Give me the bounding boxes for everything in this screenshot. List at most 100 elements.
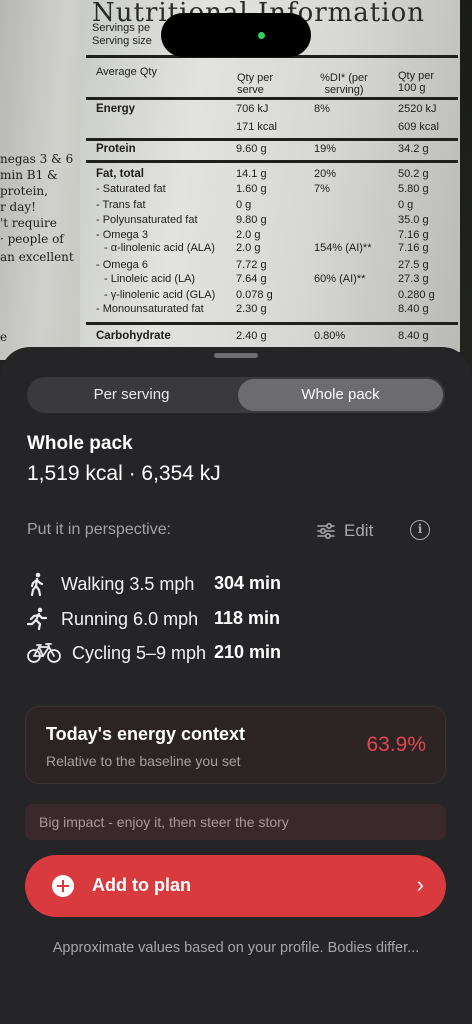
segment-whole-pack[interactable]: Whole pack bbox=[238, 379, 443, 411]
add-to-plan-label: Add to plan bbox=[92, 875, 191, 895]
summary-heading: Whole pack bbox=[27, 433, 133, 454]
packaging-line: · people of bbox=[0, 232, 64, 246]
label-cell: 2.40 g bbox=[236, 330, 267, 342]
activity-label: Walking 3.5 mph bbox=[61, 573, 195, 594]
label-header-avg: Average Qty bbox=[96, 66, 157, 78]
label-rule bbox=[86, 322, 458, 325]
walking-icon bbox=[27, 572, 61, 596]
label-cell: 8.40 g bbox=[398, 303, 429, 315]
activity-value-walking: 304 min bbox=[214, 573, 282, 593]
sheet-grabber[interactable] bbox=[214, 353, 258, 358]
serving-segmented-control: Per serving Whole pack bbox=[27, 377, 445, 413]
label-cell: 1.60 g bbox=[236, 183, 267, 195]
add-to-plan-button[interactable]: Add to plan › bbox=[25, 855, 446, 917]
label-cell: 50.2 g bbox=[398, 168, 429, 180]
label-cell: 2.30 g bbox=[236, 303, 267, 315]
label-cell: 60% (AI)** bbox=[314, 273, 366, 285]
chevron-right-icon: › bbox=[416, 872, 424, 897]
energy-total: 1,519 kcal · 6,354 kJ bbox=[27, 462, 221, 485]
segment-per-serving[interactable]: Per serving bbox=[27, 377, 236, 413]
label-cell: 171 kcal bbox=[236, 121, 277, 133]
activity-value-cycling: 210 min bbox=[214, 642, 282, 662]
label-cell: 8.40 g bbox=[398, 330, 429, 342]
sliders-icon bbox=[317, 522, 335, 540]
label-cell: 7.72 g bbox=[236, 259, 267, 271]
packaging-line: an excellent bbox=[0, 250, 74, 264]
plus-circle-icon bbox=[52, 875, 74, 897]
label-rule bbox=[86, 97, 458, 100]
activity-value-running: 118 min bbox=[214, 608, 281, 628]
label-cell: - γ-linolenic acid (GLA) bbox=[104, 289, 216, 301]
label-cell: Protein bbox=[96, 143, 136, 155]
label-cell: Fat, total bbox=[96, 168, 144, 180]
label-cell: 14.1 g bbox=[236, 168, 267, 180]
label-cell: - Saturated fat bbox=[96, 183, 166, 195]
activity-row-walking: Walking 3.5 mph bbox=[27, 571, 194, 597]
label-cell: 7% bbox=[314, 183, 330, 195]
label-cell: 35.0 g bbox=[398, 214, 429, 226]
label-cell: - Trans fat bbox=[96, 199, 146, 211]
label-cell: - Polyunsaturated fat bbox=[96, 214, 198, 226]
label-cell: 0 g bbox=[398, 199, 414, 211]
packaging-line: protein, bbox=[0, 184, 48, 198]
context-percent: 63.9% bbox=[366, 733, 426, 756]
label-cell: 8% bbox=[314, 103, 330, 115]
label-cell: 0.80% bbox=[314, 330, 346, 342]
label-cell: 9.80 g bbox=[236, 214, 267, 226]
running-icon bbox=[27, 607, 61, 631]
label-cell: 20% bbox=[314, 168, 337, 180]
impact-banner: Big impact - enjoy it, then steer the st… bbox=[25, 804, 446, 840]
label-cell: 7.16 g bbox=[398, 229, 429, 241]
label-cell: 7.16 g bbox=[398, 242, 429, 254]
label-header-100: Qty per 100 g bbox=[398, 70, 435, 94]
impact-message: Big impact - enjoy it, then steer the st… bbox=[39, 814, 289, 830]
label-cell: 19% bbox=[314, 143, 337, 155]
info-icon[interactable]: i bbox=[410, 520, 430, 540]
activity-label: Cycling 5–9 mph bbox=[72, 642, 207, 663]
label-cell: 0.078 g bbox=[236, 289, 273, 301]
label-cell: - Monounsaturated fat bbox=[96, 303, 204, 315]
packaging-line: e bbox=[0, 330, 8, 344]
label-cell: - Omega 3 bbox=[96, 229, 148, 241]
label-cell: 27.3 g bbox=[398, 273, 429, 285]
label-cell: 7.64 g bbox=[236, 273, 267, 285]
label-serving-size: Serving size bbox=[92, 35, 152, 47]
label-cell: Energy bbox=[96, 103, 135, 115]
label-header-di: %DI* (per serving) bbox=[320, 72, 368, 96]
packaging-line: min B1 & bbox=[0, 168, 58, 182]
label-cell: 2.0 g bbox=[236, 229, 261, 241]
energy-context-card[interactable]: Today's energy context Relative to the b… bbox=[25, 706, 446, 784]
activity-row-cycling: Cycling 5–9 mph bbox=[27, 640, 206, 666]
label-cell: 2.0 g bbox=[236, 242, 261, 254]
label-servings: Servings pe bbox=[92, 22, 151, 34]
footer-note: Approximate values based on your profile… bbox=[52, 940, 420, 956]
label-cell: - α-linolenic acid (ALA) bbox=[104, 242, 215, 254]
camera-indicator-dot bbox=[258, 32, 265, 39]
dynamic-island bbox=[161, 13, 311, 57]
context-subtitle: Relative to the baseline you set bbox=[46, 753, 241, 769]
label-cell: 9.60 g bbox=[236, 143, 267, 155]
label-header-serve: Qty per serve bbox=[237, 72, 274, 96]
edit-button[interactable]: Edit bbox=[316, 519, 373, 543]
label-rule bbox=[86, 138, 458, 141]
label-cell: 609 kcal bbox=[398, 121, 439, 133]
packaging-line: r day! bbox=[0, 200, 36, 214]
packaging-line: negas 3 & 6 bbox=[0, 152, 74, 166]
label-cell: 34.2 g bbox=[398, 143, 429, 155]
label-cell: 5.80 g bbox=[398, 183, 429, 195]
label-cell: 0 g bbox=[236, 199, 252, 211]
label-cell: Carbohydrate bbox=[96, 330, 171, 342]
label-cell: - Linoleic acid (LA) bbox=[104, 273, 196, 285]
label-rule bbox=[86, 160, 458, 163]
activity-row-running: Running 6.0 mph bbox=[27, 606, 198, 632]
context-title: Today's energy context bbox=[46, 724, 246, 744]
bicycle-icon bbox=[27, 641, 72, 665]
label-cell: - Omega 6 bbox=[96, 259, 148, 271]
label-cell: 154% (AI)** bbox=[314, 242, 372, 254]
label-cell: 27.5 g bbox=[398, 259, 429, 271]
perspective-label: Put it in perspective: bbox=[27, 521, 172, 538]
activity-label: Running 6.0 mph bbox=[61, 608, 199, 629]
label-cell: 0.280 g bbox=[398, 289, 435, 301]
packaging-line: 't require bbox=[0, 216, 57, 230]
label-cell: 2520 kJ bbox=[398, 103, 437, 115]
